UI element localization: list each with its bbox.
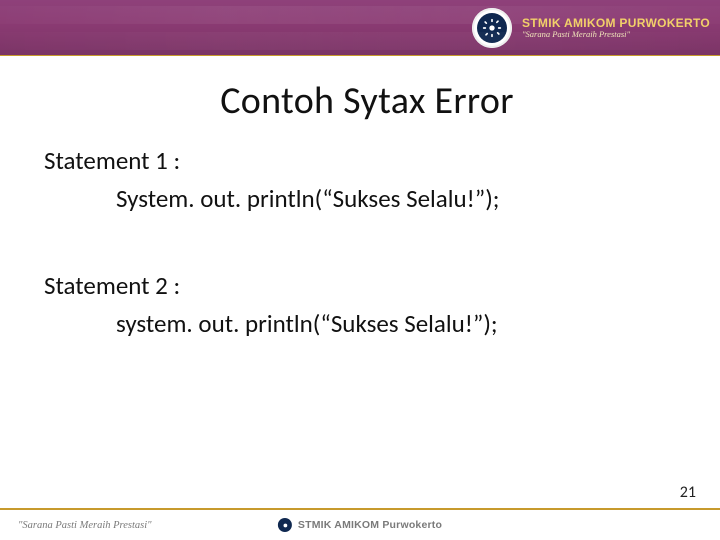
header-divider <box>0 55 720 56</box>
statement-1-label: Statement 1 : <box>44 142 690 180</box>
footer-center-brand: STMIK AMIKOM Purwokerto <box>278 518 442 532</box>
footer-logo-icon <box>278 518 292 532</box>
statement-1-code: System. out. println(“Sukses Selalu!”); <box>44 180 690 218</box>
gear-icon <box>482 18 502 38</box>
statement-2-code: system. out. println(“Sukses Selalu!”); <box>44 305 690 343</box>
brand-title: STMIK AMIKOM PURWOKERTO <box>522 17 710 30</box>
header-brand-block: STMIK AMIKOM PURWOKERTO "Sarana Pasti Me… <box>472 6 710 50</box>
brand-logo-medallion <box>472 8 512 48</box>
brand-logo-inner <box>477 13 507 43</box>
header-band: STMIK AMIKOM PURWOKERTO "Sarana Pasti Me… <box>0 0 720 56</box>
slide-title: Contoh Sytax Error <box>44 78 690 124</box>
footer-bar: "Sarana Pasti Meraih Prestasi" STMIK AMI… <box>0 508 720 540</box>
spacer <box>44 217 690 261</box>
slide: STMIK AMIKOM PURWOKERTO "Sarana Pasti Me… <box>0 0 720 540</box>
content-area: Contoh Sytax Error Statement 1 : System.… <box>0 78 720 342</box>
brand-text-block: STMIK AMIKOM PURWOKERTO "Sarana Pasti Me… <box>522 17 710 40</box>
statement-2-label: Statement 2 : <box>44 267 690 305</box>
footer-center-text: STMIK AMIKOM Purwokerto <box>298 519 442 531</box>
footer-tagline: "Sarana Pasti Meraih Prestasi" <box>18 520 152 531</box>
page-number: 21 <box>680 483 696 502</box>
brand-tagline: "Sarana Pasti Meraih Prestasi" <box>522 30 710 39</box>
body-text: Statement 1 : System. out. println(“Suks… <box>44 142 690 342</box>
